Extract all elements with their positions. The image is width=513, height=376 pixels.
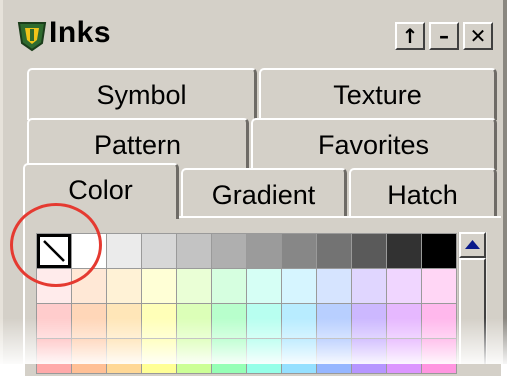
color-swatch[interactable] [142,339,176,373]
color-swatch[interactable] [282,304,316,338]
tab-symbol-label: Symbol [96,79,187,110]
color-swatch[interactable] [282,339,316,373]
scroll-up-button[interactable] [459,232,486,258]
color-swatch[interactable] [247,234,281,268]
color-swatch[interactable] [422,304,456,338]
color-swatch[interactable] [37,339,71,373]
tab-symbol[interactable]: Symbol [27,68,257,120]
color-swatch[interactable] [212,339,246,373]
color-swatch[interactable] [387,339,421,373]
color-swatch[interactable] [107,304,141,338]
tab-texture-label: Texture [333,79,422,110]
tab-favorites-label: Favorites [317,129,430,160]
color-swatch[interactable] [317,339,351,373]
color-swatch[interactable] [387,234,421,268]
color-swatch[interactable] [247,304,281,338]
tab-color-label: Color [68,175,133,205]
title-bar: Inks ↑ – ✕ [3,0,503,66]
color-swatch[interactable] [317,234,351,268]
color-swatch[interactable] [212,304,246,338]
color-swatch[interactable] [352,269,386,303]
color-swatch[interactable] [282,234,316,268]
color-swatch[interactable] [352,234,386,268]
color-swatch[interactable] [387,304,421,338]
color-swatch[interactable] [177,339,211,373]
color-swatch[interactable] [247,339,281,373]
color-swatch[interactable] [422,234,456,268]
color-swatch[interactable] [142,269,176,303]
tab-gradient-label: Gradient [211,179,316,210]
color-swatch[interactable] [72,339,106,373]
color-swatch[interactable] [177,234,211,268]
tab-favorites[interactable]: Favorites [251,118,497,170]
color-swatch[interactable] [352,339,386,373]
tab-gradient[interactable]: Gradient [181,168,347,220]
triangle-up-icon [465,240,480,249]
color-swatch[interactable] [212,269,246,303]
color-swatch[interactable] [387,269,421,303]
color-swatch[interactable] [422,269,456,303]
minimize-icon: – [439,24,449,48]
window-title: Inks [49,16,112,49]
color-swatch[interactable] [107,339,141,373]
close-button[interactable]: ✕ [463,22,493,50]
scroll-thumb[interactable] [459,258,486,364]
color-swatch[interactable] [422,339,456,373]
tab-texture[interactable]: Texture [259,68,497,120]
close-icon: ✕ [469,24,487,48]
restore-button[interactable]: ↑ [395,22,425,50]
color-swatch[interactable] [317,304,351,338]
color-swatch[interactable] [177,269,211,303]
tab-pattern-label: Pattern [93,129,182,160]
color-swatch[interactable] [177,304,211,338]
color-swatch[interactable] [212,234,246,268]
color-swatch[interactable] [142,304,176,338]
palette-scrollbar[interactable] [458,232,487,364]
highlight-circle [10,203,102,287]
color-swatch[interactable] [142,234,176,268]
color-swatch[interactable] [282,269,316,303]
color-swatch[interactable] [107,269,141,303]
color-swatch[interactable] [107,234,141,268]
color-swatch[interactable] [317,269,351,303]
inks-app-icon [15,19,49,53]
color-swatch[interactable] [72,304,106,338]
tab-hatch[interactable]: Hatch [349,168,497,220]
tab-hatch-label: Hatch [387,179,458,210]
color-swatch[interactable] [352,304,386,338]
color-swatch[interactable] [37,304,71,338]
minimize-button[interactable]: – [429,22,459,50]
color-swatch[interactable] [247,269,281,303]
arrow-up-icon: ↑ [401,24,419,48]
